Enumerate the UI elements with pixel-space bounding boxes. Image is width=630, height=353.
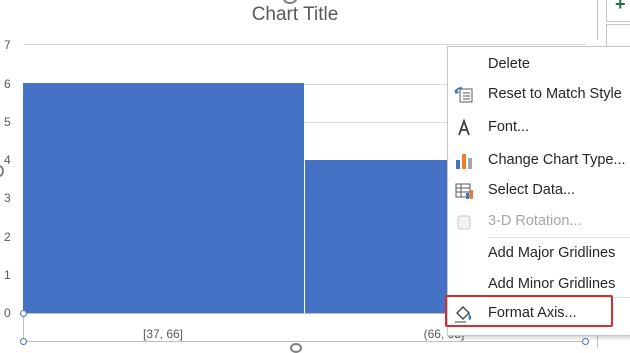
y-tick-0: 0 xyxy=(4,306,11,320)
menu-item-label: 3-D Rotation... xyxy=(488,213,582,229)
menu-item-label: Delete xyxy=(488,56,530,72)
context-menu: Delete Reset to Match Style Font... Chan… xyxy=(447,46,630,336)
menu-item-change-chart-type[interactable]: Change Chart Type... xyxy=(448,148,630,174)
menu-item-select-data[interactable]: Select Data... xyxy=(448,178,630,204)
plus-icon: + xyxy=(615,0,626,14)
menu-item-label: Reset to Match Style xyxy=(488,86,622,102)
reset-style-icon xyxy=(454,87,473,103)
y-tick-3: 3 xyxy=(4,191,11,205)
select-data-icon xyxy=(455,183,473,199)
y-tick-4: 4 xyxy=(4,153,11,167)
histogram-bar[interactable] xyxy=(23,83,304,313)
menu-item-label: Add Minor Gridlines xyxy=(488,276,616,292)
chart-elements-button[interactable]: + xyxy=(606,0,630,22)
menu-item-add-major-gridlines[interactable]: Add Major Gridlines xyxy=(448,241,630,267)
menu-item-reset-to-match-style[interactable]: Reset to Match Style xyxy=(448,82,630,108)
menu-item-label: Change Chart Type... xyxy=(488,152,626,168)
chart-type-icon xyxy=(456,154,472,169)
font-icon xyxy=(458,118,470,136)
menu-item-label: Font... xyxy=(488,119,530,135)
axis-selection-bottom xyxy=(23,341,586,342)
menu-item-3d-rotation: 3-D Rotation... xyxy=(448,209,630,235)
menu-item-delete[interactable]: Delete xyxy=(448,52,630,78)
gridline-7 xyxy=(23,44,586,45)
y-tick-2: 2 xyxy=(4,230,11,244)
menu-item-label: Select Data... xyxy=(488,182,576,198)
rotation-3d-icon xyxy=(457,215,471,230)
x-tick-label: [37, 66] xyxy=(142,327,184,341)
chart-title[interactable]: Chart Title xyxy=(200,4,390,26)
menu-separator xyxy=(488,237,630,238)
axis-selection-handle[interactable] xyxy=(20,310,27,317)
chart-frame-edge xyxy=(597,0,598,40)
y-tick-7: 7 xyxy=(4,38,11,52)
y-tick-6: 6 xyxy=(4,77,11,91)
menu-item-font[interactable]: Font... xyxy=(448,115,630,141)
axis-selection-handle[interactable] xyxy=(20,338,27,345)
axis-selection-handle[interactable] xyxy=(582,338,589,345)
y-tick-5: 5 xyxy=(4,115,11,129)
menu-item-label: Add Major Gridlines xyxy=(488,245,616,261)
format-axis-highlight xyxy=(445,295,613,327)
y-tick-1: 1 xyxy=(4,268,11,282)
chart-resize-handle-bottom[interactable] xyxy=(290,343,302,353)
